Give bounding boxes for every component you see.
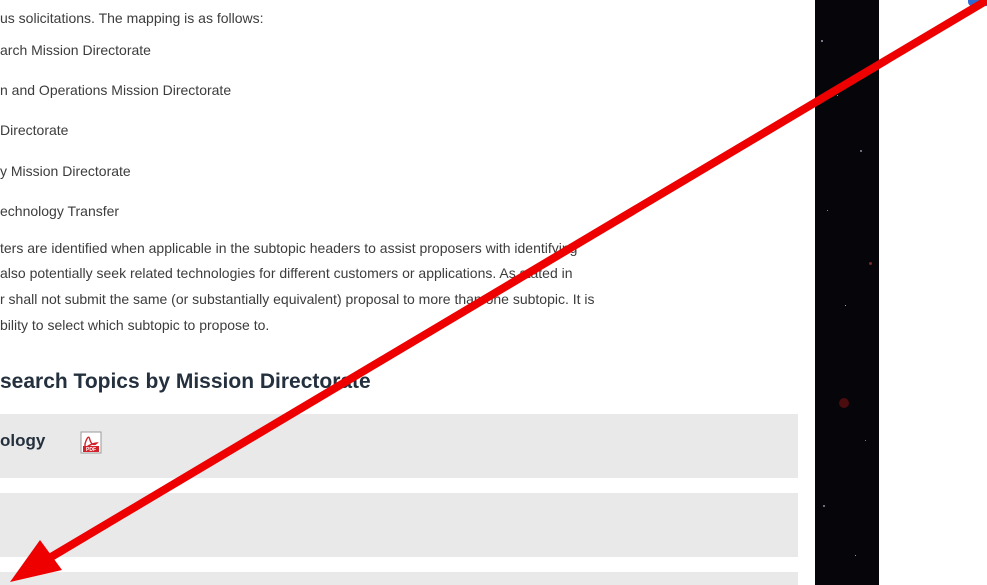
star (839, 398, 849, 408)
paragraph-line: ters are identified when applicable in t… (0, 240, 578, 256)
star (865, 440, 866, 441)
mapping-item: y Mission Directorate (0, 163, 131, 179)
mapping-item: echnology Transfer (0, 203, 120, 219)
star (855, 555, 856, 556)
right-panel (879, 0, 987, 585)
star (869, 262, 872, 265)
paragraph-line: bility to select which subtopic to propo… (0, 317, 270, 333)
star (845, 305, 846, 306)
intro-text-line: us solicitations. The mapping is as foll… (0, 10, 264, 26)
paragraph-line: r shall not submit the same (or substant… (0, 291, 595, 307)
accordion-item-label: ology (0, 431, 46, 450)
svg-text:PDF: PDF (86, 447, 96, 453)
accordion-item[interactable] (0, 493, 798, 557)
corner-tab[interactable] (968, 0, 987, 6)
page-content: us solicitations. The mapping is as foll… (0, 0, 815, 585)
accordion-item-technology[interactable]: ology PDF (0, 414, 798, 478)
mapping-item: Directorate (0, 122, 69, 138)
pdf-icon[interactable]: PDF (80, 431, 102, 454)
section-heading: search Topics by Mission Directorate (0, 370, 371, 393)
star (821, 40, 823, 42)
starfield-background (815, 0, 879, 585)
star (827, 210, 828, 211)
accordion-item[interactable] (0, 572, 798, 585)
star (823, 505, 825, 507)
star (860, 150, 862, 152)
mapping-item: n and Operations Mission Directorate (0, 82, 232, 98)
star (837, 95, 838, 96)
mapping-item: arch Mission Directorate (0, 42, 151, 58)
paragraph-line: also potentially seek related technologi… (0, 265, 573, 281)
